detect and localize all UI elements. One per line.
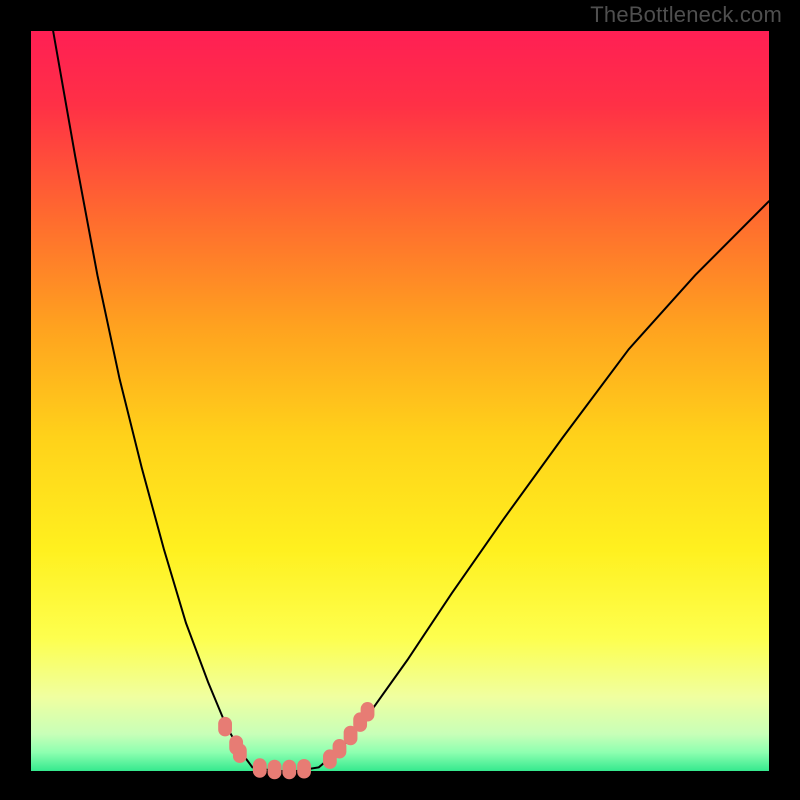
- watermark-text: TheBottleneck.com: [590, 2, 782, 28]
- marker-dot: [218, 717, 232, 736]
- bottleneck-chart: [0, 0, 800, 800]
- marker-dot: [233, 744, 247, 763]
- marker-dot: [253, 758, 267, 777]
- marker-dot: [297, 759, 311, 778]
- plot-background: [31, 31, 769, 771]
- chart-stage: TheBottleneck.com: [0, 0, 800, 800]
- marker-dot: [282, 760, 296, 779]
- marker-dot: [333, 739, 347, 758]
- marker-dot: [268, 760, 282, 779]
- marker-dot: [361, 702, 375, 721]
